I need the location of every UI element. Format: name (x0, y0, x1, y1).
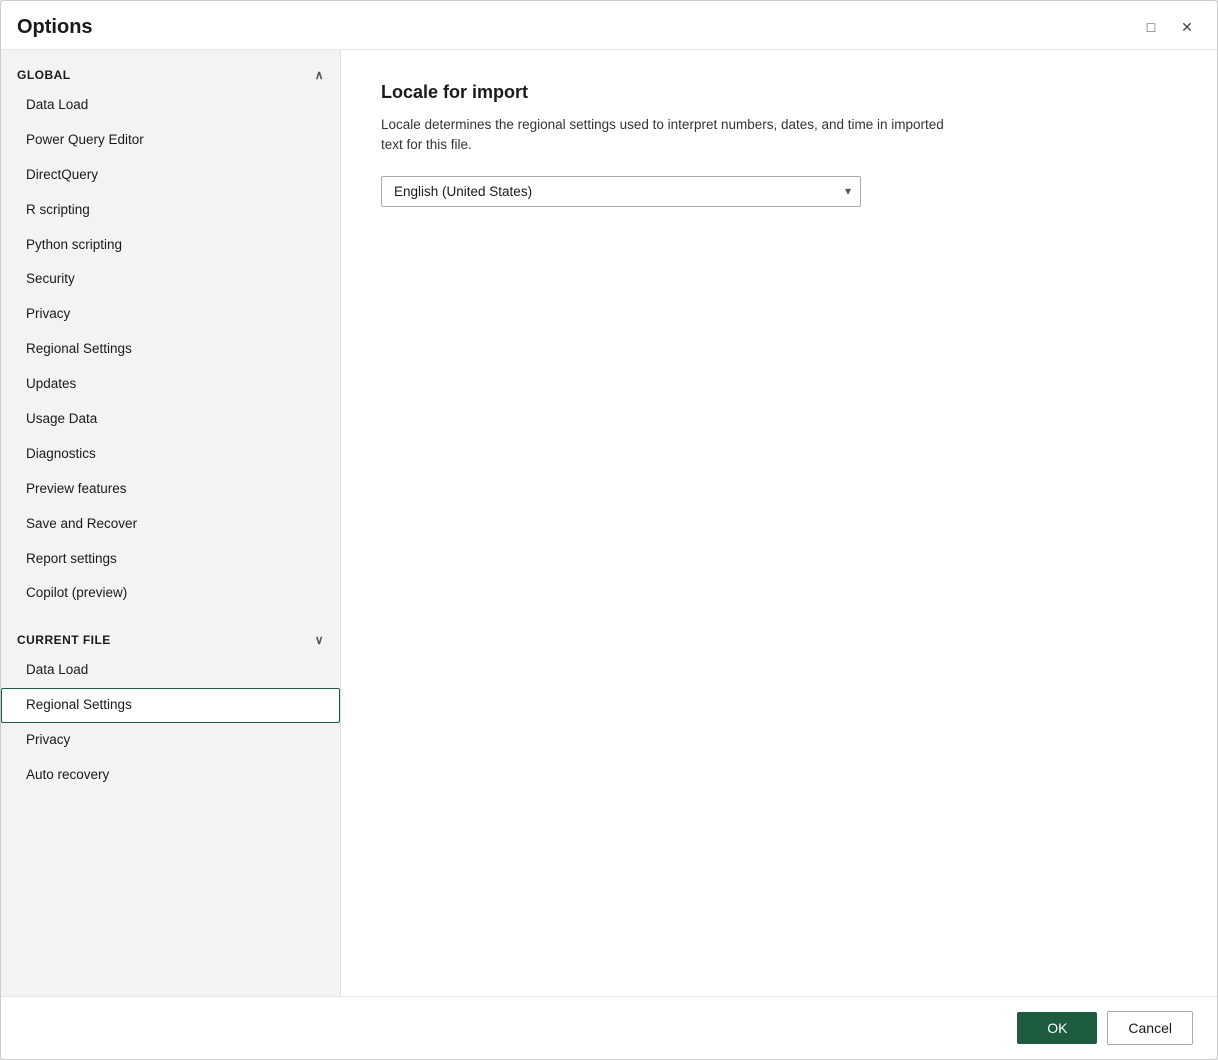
sidebar-item-r-scripting[interactable]: R scripting (1, 193, 340, 228)
dialog-body: GLOBAL ∧ Data LoadPower Query EditorDire… (1, 49, 1217, 996)
sidebar-item-security[interactable]: Security (1, 262, 340, 297)
sidebar-item-directquery[interactable]: DirectQuery (1, 158, 340, 193)
sidebar-item-preview-features[interactable]: Preview features (1, 472, 340, 507)
sidebar-item-python-scripting[interactable]: Python scripting (1, 228, 340, 263)
main-content: Locale for import Locale determines the … (341, 50, 1217, 996)
sidebar-item-privacy[interactable]: Privacy (1, 297, 340, 332)
global-section-label: GLOBAL (17, 68, 71, 82)
global-chevron-icon: ∧ (315, 68, 324, 82)
sidebar-item-cf-auto-recovery[interactable]: Auto recovery (1, 758, 340, 793)
global-items-list: Data LoadPower Query EditorDirectQueryR … (1, 88, 340, 611)
cancel-button[interactable]: Cancel (1107, 1011, 1193, 1045)
sidebar-item-diagnostics[interactable]: Diagnostics (1, 437, 340, 472)
locale-select[interactable]: English (United States)English (United K… (381, 176, 861, 207)
ok-button[interactable]: OK (1017, 1012, 1097, 1044)
dialog-title: Options (17, 16, 93, 39)
sidebar-item-usage-data[interactable]: Usage Data (1, 402, 340, 437)
sidebar-item-cf-regional-settings[interactable]: Regional Settings (1, 688, 340, 723)
section-desc-line1: Locale determines the regional settings … (381, 117, 944, 132)
sidebar-section-global[interactable]: GLOBAL ∧ (1, 58, 340, 88)
sidebar-item-copilot-preview[interactable]: Copilot (preview) (1, 576, 340, 611)
sidebar-item-updates[interactable]: Updates (1, 367, 340, 402)
sidebar-scroll-area[interactable]: GLOBAL ∧ Data LoadPower Query EditorDire… (1, 50, 340, 996)
close-button[interactable]: ✕ (1173, 13, 1201, 41)
current-file-items-list: Data LoadRegional SettingsPrivacyAuto re… (1, 653, 340, 793)
sidebar-item-power-query-editor[interactable]: Power Query Editor (1, 123, 340, 158)
sidebar-item-regional-settings[interactable]: Regional Settings (1, 332, 340, 367)
title-bar: Options □ ✕ (1, 1, 1217, 49)
section-description: Locale determines the regional settings … (381, 115, 1081, 156)
sidebar: GLOBAL ∧ Data LoadPower Query EditorDire… (1, 50, 341, 996)
current-file-section-label: CURRENT FILE (17, 633, 111, 647)
sidebar-item-cf-privacy[interactable]: Privacy (1, 723, 340, 758)
sidebar-section-current-file[interactable]: CURRENT FILE ∨ (1, 623, 340, 653)
options-dialog: Options □ ✕ GLOBAL ∧ Data LoadPower Quer… (0, 0, 1218, 1060)
section-title: Locale for import (381, 82, 1177, 103)
sidebar-item-save-and-recover[interactable]: Save and Recover (1, 507, 340, 542)
sidebar-item-report-settings[interactable]: Report settings (1, 542, 340, 577)
locale-select-wrapper: English (United States)English (United K… (381, 176, 861, 207)
maximize-button[interactable]: □ (1137, 13, 1165, 41)
current-file-chevron-icon: ∨ (315, 633, 324, 647)
section-desc-line2: text for this file. (381, 137, 472, 152)
dialog-footer: OK Cancel (1, 996, 1217, 1059)
sidebar-item-data-load[interactable]: Data Load (1, 88, 340, 123)
window-controls: □ ✕ (1137, 13, 1201, 41)
sidebar-item-cf-data-load[interactable]: Data Load (1, 653, 340, 688)
